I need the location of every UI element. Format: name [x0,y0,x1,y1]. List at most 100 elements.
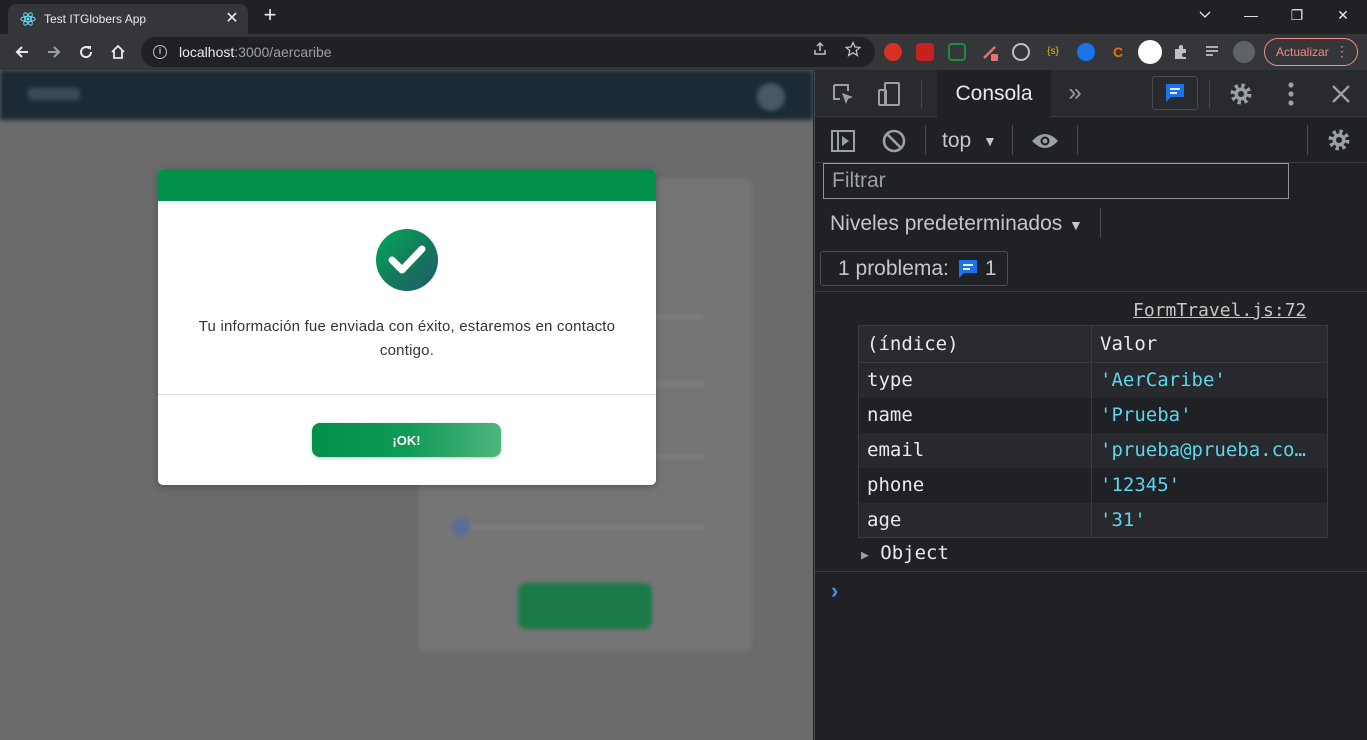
tab-console[interactable]: Consola [937,70,1051,117]
row-value: 'Prueba' [1091,397,1328,433]
row-key: type [858,362,1092,398]
extension-pen-icon[interactable] [981,43,999,61]
message-icon [958,259,977,278]
toolbar-separator [921,80,922,108]
console-divider [815,571,1367,572]
live-expression-eye-icon[interactable] [1030,127,1060,155]
clear-console-icon[interactable] [880,127,908,155]
table-header-index[interactable]: (índice) [858,325,1092,363]
console-toolbar: top ▼ [815,117,1367,163]
success-modal: Tu información fue enviada con éxito, es… [158,169,656,485]
check-icon [376,229,438,291]
console-settings-gear-icon[interactable] [1325,126,1353,154]
expand-triangle-icon[interactable]: ▶ [861,548,869,563]
row-value: '31' [1091,502,1328,538]
table-row: phone '12345' [858,467,1328,503]
more-tabs-icon[interactable]: » [1063,79,1087,107]
console-table: (índice) Valor type 'AerCaribe' name 'Pr… [858,325,1328,538]
sidebar-toggle-icon[interactable] [829,127,857,155]
blurred-subtitle [70,500,390,515]
extension-target-icon[interactable] [1012,43,1030,61]
new-tab-button[interactable]: + [258,4,282,28]
browser-toolbar: i localhost:3000/aercaribe {s} C Actuali… [0,34,1367,70]
devtools-panel: Consola » top ▼ Filtrar Niveles predeter… [814,70,1367,740]
row-value: 'prueba@prueba.co… [1091,432,1328,468]
window-close-button[interactable]: ✕ [1320,0,1366,30]
issues-counter-button[interactable]: 1 problema: 1 [820,251,1008,286]
filter-input[interactable]: Filtrar [823,163,1289,199]
site-info-icon[interactable]: i [153,45,167,59]
modal-header-bar [158,169,656,201]
log-levels-dropdown[interactable]: Niveles predeterminados [830,212,1062,236]
object-label: Object [880,542,949,564]
restore-button[interactable]: ❐ [1274,0,1320,30]
update-label: Actualizar [1276,45,1329,59]
caret-down-icon[interactable]: ▼ [1069,217,1083,233]
blurred-submit-button [518,583,652,629]
customize-menu-icon[interactable] [1277,80,1305,108]
ok-button[interactable]: ¡OK! [312,423,501,457]
url-path: :3000/aercaribe [234,44,332,60]
browser-titlebar: Test ITGlobers App ✕ + — ❐ ✕ [0,0,1367,34]
modal-divider [158,394,656,395]
extension-puzzle-red-icon[interactable] [916,43,934,61]
devtools-tabbar: Consola » [815,70,1367,117]
table-row: email 'prueba@prueba.co… [858,432,1328,468]
table-row: age '31' [858,502,1328,538]
profile-avatar[interactable] [1233,41,1255,63]
home-icon[interactable] [105,39,131,65]
table-header-value[interactable]: Valor [1091,325,1328,363]
extension-shield-icon[interactable] [884,43,902,61]
browser-menu-icon[interactable]: ⋮ [1335,43,1349,60]
row-value: 'AerCaribe' [1091,362,1328,398]
context-selector[interactable]: top [942,129,971,153]
settings-gear-icon[interactable] [1227,80,1255,108]
toolbar-separator [1012,125,1013,155]
toolbar-separator [1077,125,1078,155]
object-expander[interactable]: ▶ Object [861,542,949,564]
console-divider [815,291,1367,292]
row-key: age [858,502,1092,538]
browser-tab[interactable]: Test ITGlobers App ✕ [8,4,248,34]
extension-c-icon[interactable]: C [1109,43,1127,61]
console-prompt-icon[interactable]: › [831,578,838,604]
device-toolbar-icon[interactable] [875,80,903,108]
reading-list-icon[interactable] [1204,43,1222,61]
close-devtools-icon[interactable] [1327,80,1355,108]
blurred-slider-track [454,526,704,528]
toolbar-separator [1209,80,1210,108]
table-row: type 'AerCaribe' [858,362,1328,398]
tab-title: Test ITGlobers App [44,12,147,26]
toolbar-separator [925,125,926,155]
extension-bug-icon[interactable] [1077,43,1095,61]
source-link[interactable]: FormTravel.js:72 [1133,300,1306,321]
forward-arrow-icon[interactable] [41,39,67,65]
back-arrow-icon[interactable] [9,39,35,65]
extension-code-icon[interactable] [948,43,966,61]
minimize-button[interactable]: — [1228,0,1274,30]
message-icon [1166,84,1184,102]
share-icon[interactable] [812,41,828,61]
issues-label: 1 problema: [838,256,949,280]
table-row: name 'Prueba' [858,397,1328,433]
site-logo [28,88,80,100]
site-header [0,70,813,120]
inspect-element-icon[interactable] [829,80,857,108]
extension-panda-icon[interactable] [1138,40,1162,64]
address-bar[interactable]: i localhost:3000/aercaribe [141,37,875,67]
issues-count: 1 [984,256,997,280]
reload-icon[interactable] [73,39,99,65]
extensions-puzzle-icon[interactable] [1172,43,1190,61]
row-value: '12345' [1091,467,1328,503]
window-chevron-icon[interactable] [1182,0,1228,30]
tab-close-icon[interactable]: ✕ [224,11,240,27]
issues-badge-button[interactable] [1152,76,1198,110]
toolbar-separator [1100,208,1101,238]
row-key: name [858,397,1092,433]
blurred-slider-knob [452,518,470,536]
caret-down-icon[interactable]: ▼ [983,133,997,149]
menu-icon [757,83,785,111]
bookmark-star-icon[interactable] [844,40,862,61]
extension-braces-icon[interactable]: {s} [1044,43,1062,61]
update-button[interactable]: Actualizar ⋮ [1264,38,1358,66]
